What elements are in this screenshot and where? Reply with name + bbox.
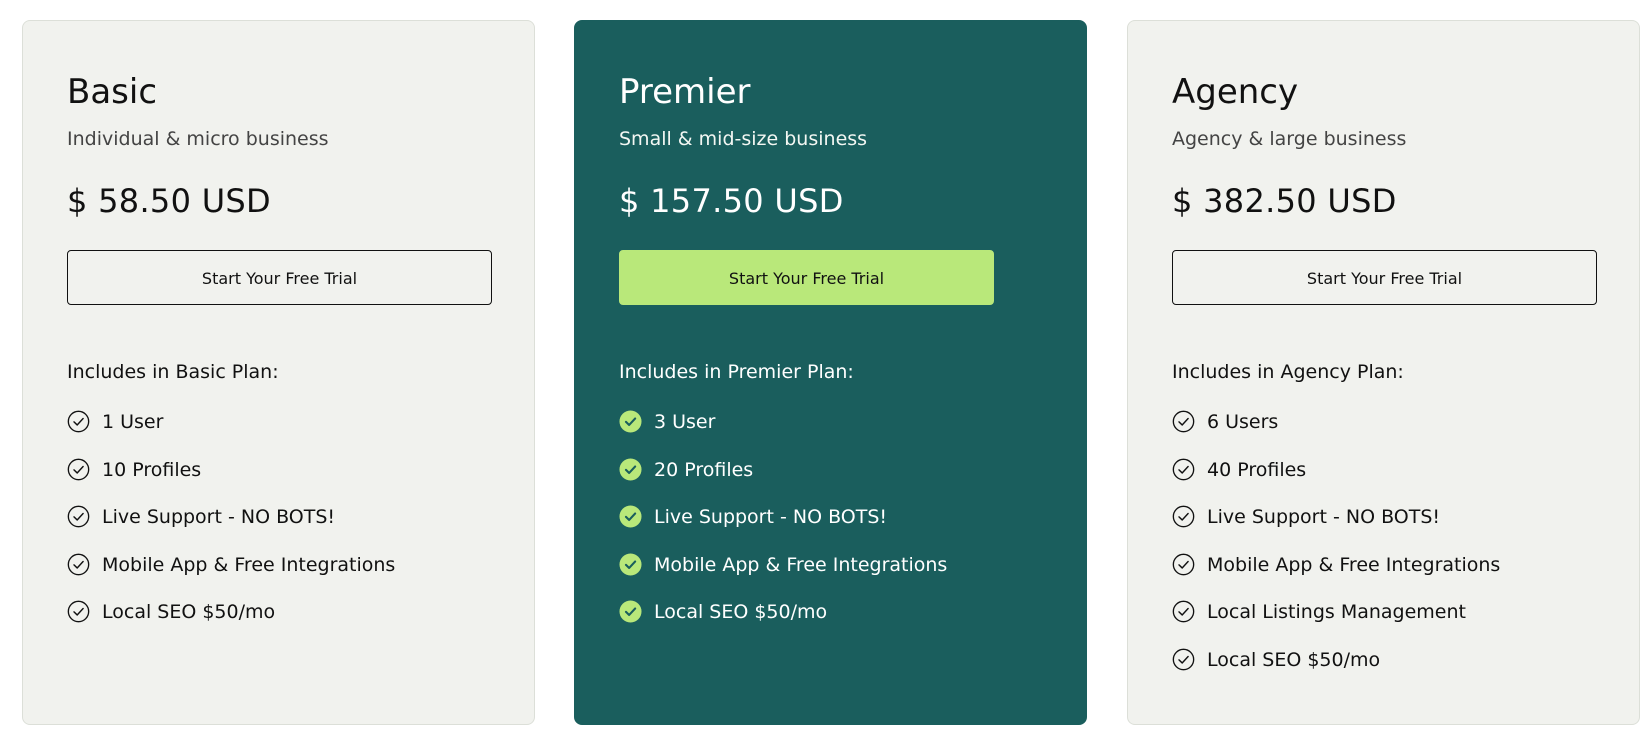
feature-label: 40 Profiles bbox=[1207, 458, 1307, 481]
feature-item: 3 User bbox=[619, 410, 1086, 458]
feature-item: Live Support - NO BOTS! bbox=[67, 505, 534, 553]
check-circle-icon bbox=[1172, 600, 1195, 623]
feature-item: 6 Users bbox=[1172, 410, 1639, 458]
feature-item: Mobile App & Free Integrations bbox=[619, 552, 1086, 601]
feature-label: Live Support - NO BOTS! bbox=[1207, 506, 1441, 528]
feature-list: 3 User 20 Profiles Live Support - NO BOT… bbox=[619, 410, 1086, 648]
includes-heading: Includes in Premier Plan: bbox=[619, 361, 854, 383]
check-circle-icon bbox=[619, 457, 642, 481]
check-circle-icon bbox=[1172, 648, 1195, 671]
feature-item: Local SEO $50/mo bbox=[67, 600, 534, 648]
feature-item: 10 Profiles bbox=[67, 458, 534, 506]
feature-label: Mobile App & Free Integrations bbox=[102, 553, 396, 576]
plan-subtitle: Individual & micro business bbox=[67, 128, 329, 150]
check-circle-icon bbox=[67, 505, 90, 528]
check-circle-icon bbox=[619, 505, 642, 528]
feature-label: Local SEO $50/mo bbox=[654, 601, 828, 623]
feature-item: Local Listings Management bbox=[1172, 600, 1639, 648]
plan-price: $ 382.50 USD bbox=[1172, 182, 1397, 220]
plan-price: $ 58.50 USD bbox=[67, 182, 271, 220]
check-circle-icon bbox=[67, 553, 90, 576]
feature-item: Live Support - NO BOTS! bbox=[1172, 505, 1639, 553]
feature-item: Mobile App & Free Integrations bbox=[67, 553, 534, 601]
includes-heading: Includes in Agency Plan: bbox=[1172, 361, 1404, 383]
feature-label: 20 Profiles bbox=[654, 458, 754, 481]
check-circle-icon bbox=[67, 410, 90, 433]
check-circle-icon bbox=[1172, 410, 1195, 433]
feature-label: 3 User bbox=[654, 411, 716, 433]
feature-label: Mobile App & Free Integrations bbox=[1207, 553, 1501, 576]
plan-name: Agency bbox=[1172, 72, 1299, 112]
feature-label: Mobile App & Free Integrations bbox=[654, 553, 948, 576]
pricing-cards: Basic Individual & micro business $ 58.5… bbox=[0, 0, 1652, 732]
plan-price: $ 157.50 USD bbox=[619, 182, 844, 220]
feature-list: 1 User 10 Profiles Live Support - NO BOT… bbox=[67, 410, 534, 648]
plan-subtitle: Small & mid-size business bbox=[619, 128, 868, 150]
feature-item: 40 Profiles bbox=[1172, 458, 1639, 506]
feature-item: Mobile App & Free Integrations bbox=[1172, 553, 1639, 601]
check-circle-icon bbox=[619, 600, 642, 623]
plan-name: Basic bbox=[67, 72, 158, 112]
check-circle-icon bbox=[619, 552, 642, 576]
check-circle-icon bbox=[67, 458, 90, 481]
check-circle-icon bbox=[619, 410, 642, 433]
start-free-trial-button[interactable]: Start Your Free Trial bbox=[1172, 250, 1597, 305]
plan-card-agency: Agency Agency & large business $ 382.50 … bbox=[1127, 20, 1640, 725]
check-circle-icon bbox=[1172, 458, 1195, 481]
plan-card-premier: Premier Small & mid-size business $ 157.… bbox=[574, 20, 1087, 725]
plan-subtitle: Agency & large business bbox=[1172, 128, 1407, 150]
check-circle-icon bbox=[67, 600, 90, 623]
feature-label: 10 Profiles bbox=[102, 458, 202, 481]
plan-card-basic: Basic Individual & micro business $ 58.5… bbox=[22, 20, 535, 725]
feature-label: 1 User bbox=[102, 411, 164, 433]
start-free-trial-button[interactable]: Start Your Free Trial bbox=[67, 250, 492, 305]
check-circle-icon bbox=[1172, 553, 1195, 576]
feature-label: Live Support - NO BOTS! bbox=[654, 506, 888, 528]
feature-label: Local Listings Management bbox=[1207, 601, 1466, 623]
start-free-trial-button[interactable]: Start Your Free Trial bbox=[619, 250, 994, 305]
feature-item: Local SEO $50/mo bbox=[619, 600, 1086, 648]
feature-item: 20 Profiles bbox=[619, 457, 1086, 506]
feature-item: Live Support - NO BOTS! bbox=[619, 505, 1086, 553]
includes-heading: Includes in Basic Plan: bbox=[67, 361, 279, 383]
feature-item: Local SEO $50/mo bbox=[1172, 648, 1639, 696]
feature-item: 1 User bbox=[67, 410, 534, 458]
plan-name: Premier bbox=[619, 72, 751, 112]
feature-list: 6 Users 40 Profiles Live Support - NO BO… bbox=[1172, 410, 1639, 695]
feature-label: Live Support - NO BOTS! bbox=[102, 506, 336, 528]
feature-label: Local SEO $50/mo bbox=[1207, 648, 1381, 671]
check-circle-icon bbox=[1172, 505, 1195, 528]
feature-label: Local SEO $50/mo bbox=[102, 601, 276, 623]
feature-label: 6 Users bbox=[1207, 411, 1279, 433]
